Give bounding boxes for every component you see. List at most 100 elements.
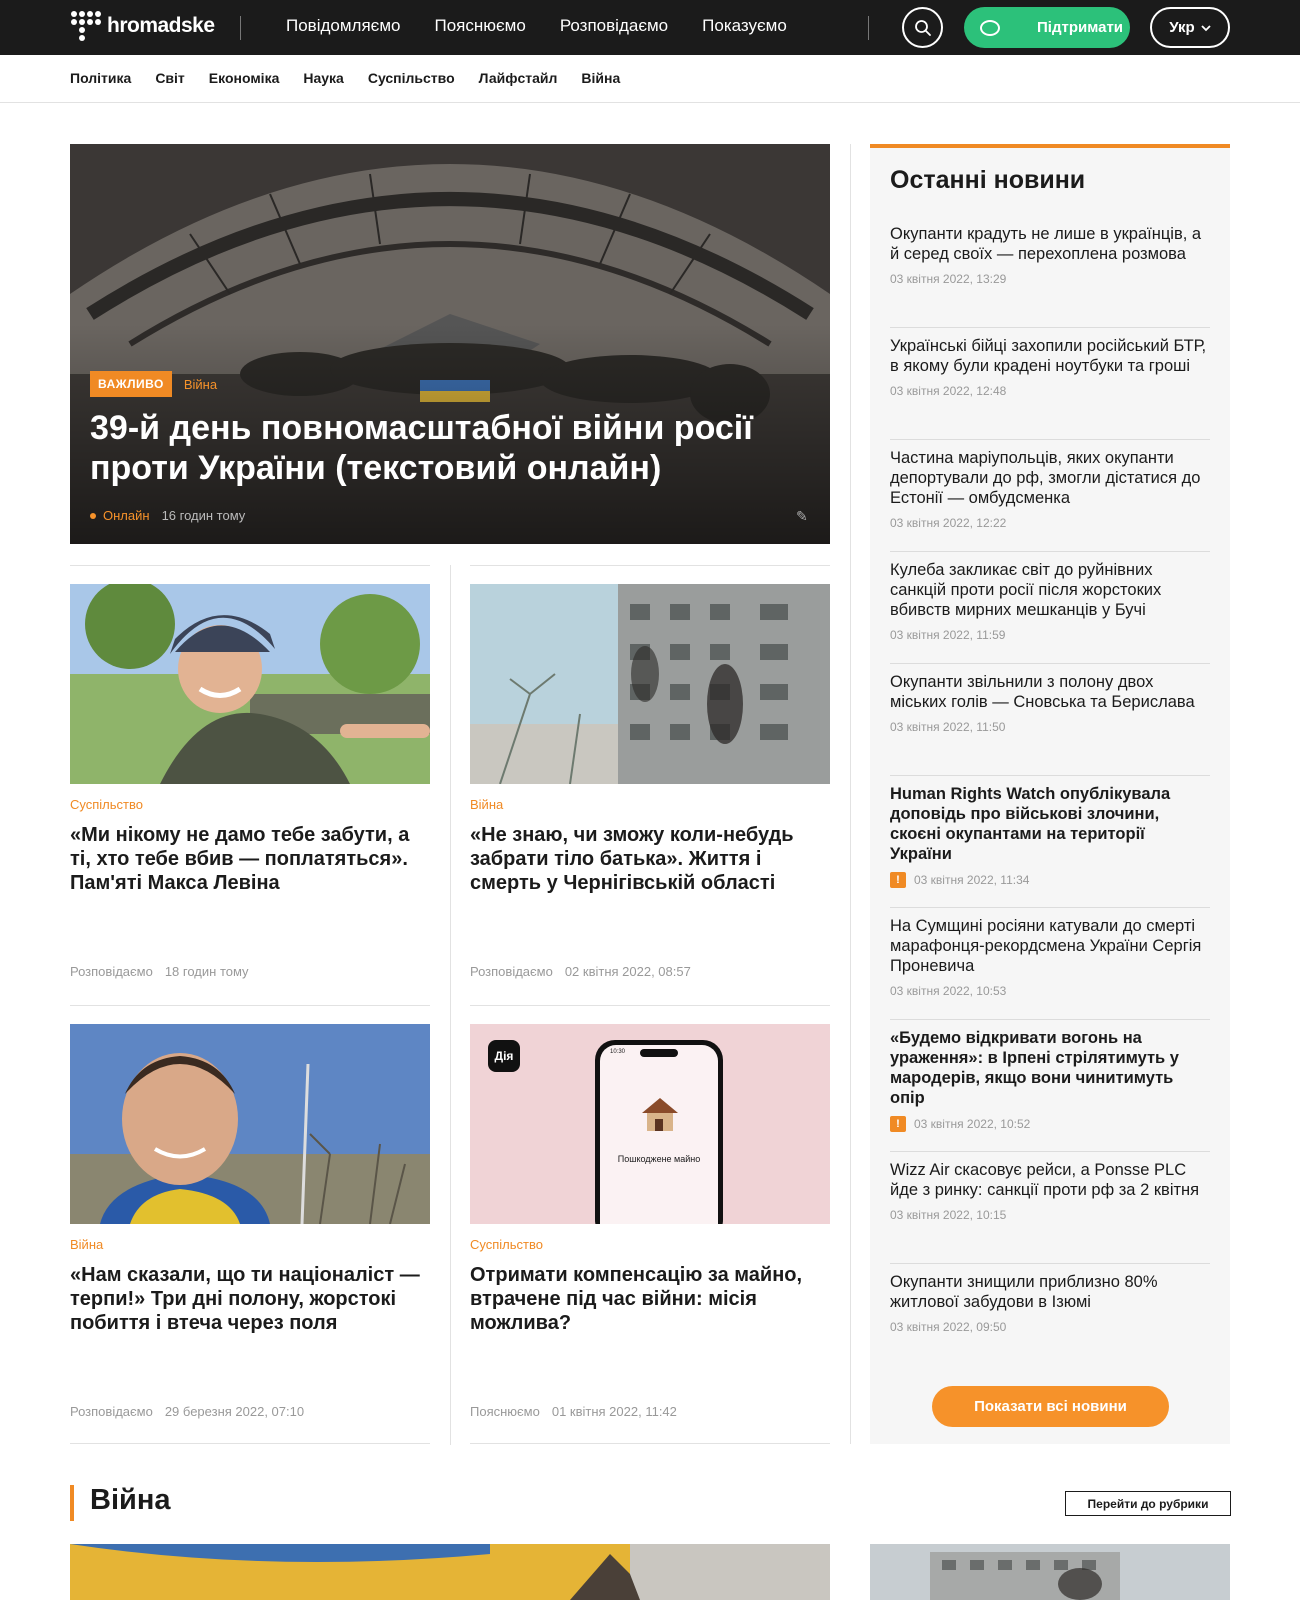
divider <box>890 439 1210 440</box>
divider <box>70 1443 430 1444</box>
language-select[interactable]: Укр <box>1150 7 1230 48</box>
news-item[interactable]: Wizz Air скасовує рейси, а Ponsse PLC йд… <box>890 1160 1210 1222</box>
article-image <box>470 584 830 784</box>
article-category[interactable]: Війна <box>470 797 830 812</box>
news-title[interactable]: Human Rights Watch опублікувала доповідь… <box>890 784 1210 864</box>
hero-meta: Онлайн 16 годин тому <box>90 508 245 523</box>
news-title[interactable]: Українські бійці захопили російський БТР… <box>890 336 1210 376</box>
article-card[interactable]: Війна «Нам сказали, що ти націоналіст — … <box>70 1024 430 1419</box>
phone-mockup: 10:30 Пошкоджене майно <box>595 1040 723 1224</box>
hero-time: 16 годин тому <box>161 508 246 523</box>
news-title[interactable]: Окупанти звільнили з полону двох міських… <box>890 672 1210 712</box>
coin-icon <box>980 19 1000 36</box>
search-icon <box>914 19 931 36</box>
subnav-item-society[interactable]: Суспільство <box>368 70 455 86</box>
news-item[interactable]: Українські бійці захопили російський БТР… <box>890 336 1210 398</box>
news-item[interactable]: Окупанти знищили приблизно 80% житлової … <box>890 1272 1210 1334</box>
divider <box>890 327 1210 328</box>
support-button[interactable]: Підтримати <box>964 7 1130 48</box>
article-section[interactable]: Розповідаємо <box>70 964 153 979</box>
divider <box>890 663 1210 664</box>
article-card[interactable]: Дія 10:30 Пошкоджене майно Суспільство О… <box>470 1024 830 1419</box>
divider <box>240 16 241 40</box>
house-icon <box>640 1095 680 1133</box>
article-category[interactable]: Війна <box>70 1237 430 1252</box>
article-card[interactable]: Війна «Не знаю, чи зможу коли-небудь заб… <box>470 584 830 979</box>
news-date: 03 квітня 2022, 10:15 <box>890 1208 1007 1222</box>
news-title[interactable]: Окупанти крадуть не лише в українців, а … <box>890 224 1210 264</box>
article-category[interactable]: Суспільство <box>70 797 430 812</box>
news-title[interactable]: Окупанти знищили приблизно 80% житлової … <box>890 1272 1210 1312</box>
subnav-item-economy[interactable]: Економіка <box>209 70 280 86</box>
go-to-section-button[interactable]: Перейти до рубрики <box>1065 1491 1231 1516</box>
live-label: Онлайн <box>90 508 150 523</box>
logo-text: hromadske <box>107 14 215 37</box>
latest-news-sidebar: Останні новини Окупанти крадуть не лише … <box>870 144 1230 1444</box>
nav-item-explain[interactable]: Пояснюємо <box>434 16 525 36</box>
nav-item-show[interactable]: Показуємо <box>702 16 787 36</box>
sidebar-title: Останні новини <box>890 166 1086 194</box>
hero-article[interactable]: ВАЖЛИВО Війна 39-й день повномасштабної … <box>70 144 830 544</box>
news-date: 03 квітня 2022, 12:22 <box>890 516 1007 530</box>
hero-title[interactable]: 39-й день повномасштабної війни росії пр… <box>90 408 810 488</box>
divider <box>890 775 1210 776</box>
news-item[interactable]: Human Rights Watch опублікувала доповідь… <box>890 784 1210 888</box>
news-item[interactable]: Окупанти звільнили з полону двох міських… <box>890 672 1210 734</box>
article-title[interactable]: «Нам сказали, що ти націоналіст — терпи!… <box>70 1263 430 1359</box>
site-logo[interactable]: hromadske <box>71 11 215 41</box>
important-badge: ВАЖЛИВО <box>90 371 172 397</box>
article-title[interactable]: Отримати компенсацію за майно, втрачене … <box>470 1263 830 1359</box>
news-item[interactable]: Окупанти крадуть не лише в українців, а … <box>890 224 1210 286</box>
news-title[interactable]: Кулеба закликає світ до руйнівних санкці… <box>890 560 1210 620</box>
article-section[interactable]: Розповідаємо <box>70 1404 153 1419</box>
hero-category[interactable]: Війна <box>184 377 217 392</box>
hero-tags: ВАЖЛИВО Війна <box>90 371 217 397</box>
section-hero-image[interactable] <box>70 1544 830 1600</box>
support-label: Підтримати <box>1037 19 1124 36</box>
important-icon: ! <box>890 872 906 888</box>
news-date: 03 квітня 2022, 10:53 <box>890 984 1007 998</box>
article-time: 18 годин тому <box>164 964 249 979</box>
news-item[interactable]: «Будемо відкривати вогонь на ураження»: … <box>890 1028 1210 1132</box>
divider <box>890 1019 1210 1020</box>
divider <box>470 1005 830 1006</box>
news-date: 03 квітня 2022, 13:29 <box>890 272 1007 286</box>
article-meta: Розповідаємо 02 квітня 2022, 08:57 <box>470 964 691 979</box>
article-title[interactable]: «Ми нікому не дамо тебе забути, а ті, хт… <box>70 823 430 919</box>
nav-item-tell[interactable]: Розповідаємо <box>560 16 668 36</box>
news-item[interactable]: Кулеба закликає світ до руйнівних санкці… <box>890 560 1210 642</box>
phone-screen-text: Пошкоджене майно <box>617 1154 701 1164</box>
article-time: 02 квітня 2022, 08:57 <box>564 964 691 979</box>
language-label: Укр <box>1169 19 1195 36</box>
show-all-news-button[interactable]: Показати всі новини <box>932 1386 1169 1427</box>
nav-item-report[interactable]: Повідомляємо <box>286 16 400 36</box>
important-icon: ! <box>890 1116 906 1132</box>
main-nav: Повідомляємо Пояснюємо Розповідаємо Пока… <box>286 16 787 36</box>
divider <box>868 16 869 40</box>
article-section[interactable]: Пояснюємо <box>470 1404 540 1419</box>
news-title[interactable]: Wizz Air скасовує рейси, а Ponsse PLC йд… <box>890 1160 1210 1200</box>
section-article-image[interactable] <box>870 1544 1230 1600</box>
news-date: 03 квітня 2022, 12:48 <box>890 384 1007 398</box>
subnav-item-world[interactable]: Світ <box>155 70 184 86</box>
diia-app-icon: Дія <box>488 1040 520 1072</box>
divider <box>890 551 1210 552</box>
divider <box>850 144 851 1444</box>
article-title[interactable]: «Не знаю, чи зможу коли-небудь забрати т… <box>470 823 830 919</box>
news-item[interactable]: На Сумщині росіяни катували до смерті ма… <box>890 916 1210 998</box>
news-title[interactable]: На Сумщині росіяни катували до смерті ма… <box>890 916 1210 976</box>
article-image <box>70 584 430 784</box>
subnav-item-lifestyle[interactable]: Лайфстайл <box>479 70 558 86</box>
article-time: 01 квітня 2022, 11:42 <box>551 1404 677 1419</box>
top-bar: hromadske Повідомляємо Пояснюємо Розпові… <box>0 0 1300 55</box>
news-title[interactable]: «Будемо відкривати вогонь на ураження»: … <box>890 1028 1210 1108</box>
search-button[interactable] <box>902 7 943 48</box>
article-category[interactable]: Суспільство <box>470 1237 830 1252</box>
subnav-item-politics[interactable]: Політика <box>70 70 131 86</box>
subnav-item-war[interactable]: Війна <box>581 70 620 86</box>
article-section[interactable]: Розповідаємо <box>470 964 553 979</box>
article-card[interactable]: Суспільство «Ми нікому не дамо тебе забу… <box>70 584 430 979</box>
subnav-item-science[interactable]: Наука <box>303 70 343 86</box>
news-item[interactable]: Частина маріупольців, яких окупанти депо… <box>890 448 1210 530</box>
news-title[interactable]: Частина маріупольців, яких окупанти депо… <box>890 448 1210 508</box>
